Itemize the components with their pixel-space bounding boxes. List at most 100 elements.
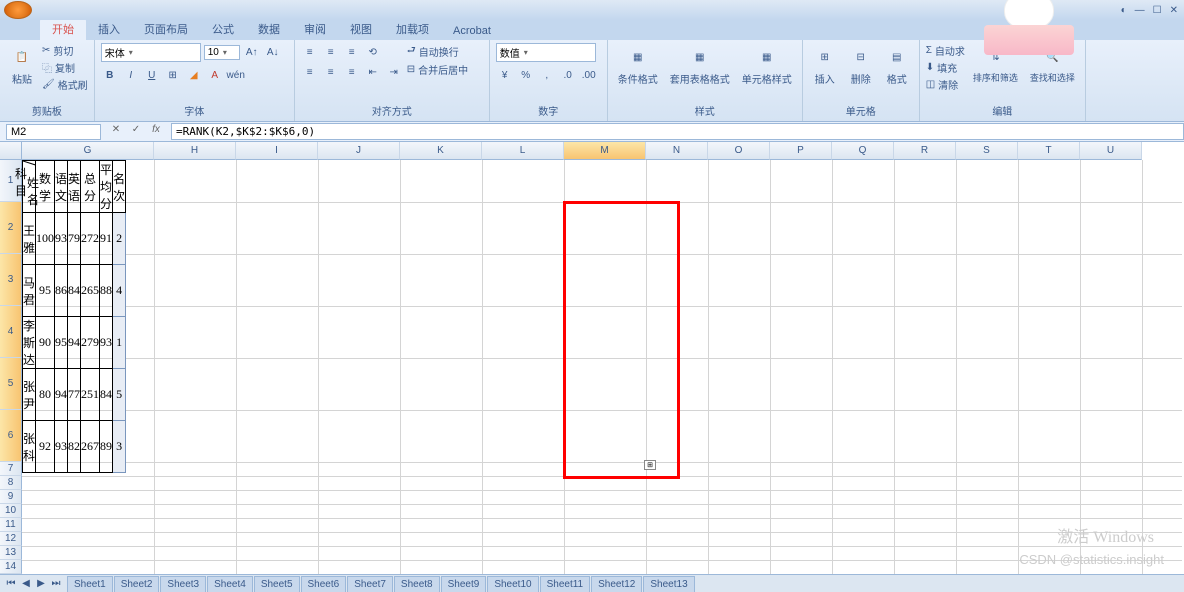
font-color-icon[interactable]: A <box>206 66 224 84</box>
close-icon[interactable]: ✕ <box>1170 5 1178 16</box>
data-cell[interactable]: 3 <box>113 421 126 473</box>
tab-insert[interactable]: 插入 <box>86 18 132 40</box>
data-cell[interactable]: 李斯达 <box>23 317 36 369</box>
tab-layout[interactable]: 页面布局 <box>132 18 200 40</box>
help-icon[interactable]: ◐ <box>1121 5 1127 16</box>
header-cell[interactable]: 语文 <box>55 161 68 213</box>
cut-button[interactable]: ✂剪切 <box>42 43 88 58</box>
data-cell[interactable]: 84 <box>100 369 113 421</box>
tab-data[interactable]: 数据 <box>246 18 292 40</box>
data-cell[interactable]: 91 <box>100 213 113 265</box>
table-format-button[interactable]: ▦套用表格格式 <box>666 43 734 88</box>
dec-decimal-icon[interactable]: .00 <box>580 66 598 84</box>
insert-button[interactable]: ⊞插入 <box>809 43 841 88</box>
name-box[interactable]: M2 <box>6 124 101 140</box>
data-cell[interactable]: 265 <box>81 265 100 317</box>
next-sheet-icon[interactable]: ▶ <box>34 578 48 589</box>
row-header-6[interactable]: 6 <box>0 410 22 462</box>
col-header-R[interactable]: R <box>894 142 956 160</box>
maximize-icon[interactable]: ☐ <box>1153 5 1162 16</box>
data-cell[interactable]: 5 <box>113 369 126 421</box>
tab-addins[interactable]: 加载项 <box>384 18 441 40</box>
data-cell[interactable]: 1 <box>113 317 126 369</box>
align-center-icon[interactable]: ≡ <box>322 63 340 81</box>
indent-inc-icon[interactable]: ⇥ <box>385 63 403 81</box>
sheet-tab[interactable]: Sheet9 <box>441 576 487 592</box>
data-cell[interactable]: 86 <box>55 265 68 317</box>
data-cell[interactable]: 93 <box>55 421 68 473</box>
data-cell[interactable]: 94 <box>68 317 81 369</box>
sheet-tab[interactable]: Sheet5 <box>254 576 300 592</box>
data-cell[interactable]: 马君 <box>23 265 36 317</box>
comma-icon[interactable]: , <box>538 66 556 84</box>
data-cell[interactable]: 93 <box>100 317 113 369</box>
row-header-10[interactable]: 10 <box>0 504 22 518</box>
data-cell[interactable]: 251 <box>81 369 100 421</box>
last-sheet-icon[interactable]: ⏭ <box>49 578 63 589</box>
sheet-tab[interactable]: Sheet11 <box>540 576 591 592</box>
align-middle-icon[interactable]: ≡ <box>322 43 340 61</box>
tab-formulas[interactable]: 公式 <box>200 18 246 40</box>
data-cell[interactable]: 93 <box>55 213 68 265</box>
cancel-formula-icon[interactable]: ✕ <box>107 124 125 140</box>
data-cell[interactable]: 84 <box>68 265 81 317</box>
col-header-M[interactable]: M <box>564 142 646 160</box>
row-header-2[interactable]: 2 <box>0 202 22 254</box>
wrap-button[interactable]: ⮐自动换行 <box>407 43 468 60</box>
data-cell[interactable]: 王雅 <box>23 213 36 265</box>
header-diagonal-cell[interactable]: 科目姓名 <box>23 161 36 213</box>
currency-icon[interactable]: ¥ <box>496 66 514 84</box>
row-header-8[interactable]: 8 <box>0 476 22 490</box>
row-header-5[interactable]: 5 <box>0 358 22 410</box>
align-top-icon[interactable]: ≡ <box>301 43 319 61</box>
data-cell[interactable]: 80 <box>36 369 55 421</box>
sheet-tab[interactable]: Sheet2 <box>114 576 160 592</box>
inc-decimal-icon[interactable]: .0 <box>559 66 577 84</box>
row-header-4[interactable]: 4 <box>0 306 22 358</box>
number-format-dropdown[interactable]: 数值 <box>496 43 596 62</box>
sheet-tab[interactable]: Sheet4 <box>207 576 253 592</box>
sheet-tab[interactable]: Sheet3 <box>160 576 206 592</box>
row-header-9[interactable]: 9 <box>0 490 22 504</box>
painter-button[interactable]: 🖌格式刷 <box>42 77 88 92</box>
cond-format-button[interactable]: ▦条件格式 <box>614 43 662 88</box>
col-header-H[interactable]: H <box>154 142 236 160</box>
fx-icon[interactable]: fx <box>147 124 165 140</box>
data-cell[interactable]: 张科 <box>23 421 36 473</box>
data-cell[interactable]: 95 <box>55 317 68 369</box>
col-header-P[interactable]: P <box>770 142 832 160</box>
merge-button[interactable]: ⊟合并后居中 <box>407 62 468 77</box>
first-sheet-icon[interactable]: ⏮ <box>4 578 18 589</box>
data-cell[interactable]: 92 <box>36 421 55 473</box>
cell-style-button[interactable]: ▦单元格样式 <box>738 43 796 88</box>
header-cell[interactable]: 总分 <box>81 161 100 213</box>
tab-view[interactable]: 视图 <box>338 18 384 40</box>
clear-button[interactable]: ◫清除 <box>926 77 965 92</box>
col-header-L[interactable]: L <box>482 142 564 160</box>
phonetic-icon[interactable]: wén <box>227 66 245 84</box>
underline-icon[interactable]: U <box>143 66 161 84</box>
data-cell[interactable]: 90 <box>36 317 55 369</box>
header-cell[interactable]: 英语 <box>68 161 81 213</box>
minimize-icon[interactable]: — <box>1135 5 1145 16</box>
tab-acrobat[interactable]: Acrobat <box>441 22 503 40</box>
copy-button[interactable]: ⿻复制 <box>42 60 88 75</box>
formula-input[interactable]: =RANK(K2,$K$2:$K$6,0) <box>171 123 1184 140</box>
col-header-I[interactable]: I <box>236 142 318 160</box>
font-name-dropdown[interactable]: 宋体 <box>101 43 201 62</box>
col-header-O[interactable]: O <box>708 142 770 160</box>
select-all-corner[interactable] <box>0 142 22 160</box>
sheet-tab[interactable]: Sheet6 <box>301 576 347 592</box>
font-size-dropdown[interactable]: 10 <box>204 45 240 60</box>
sheet-tab[interactable]: Sheet13 <box>643 576 694 592</box>
sheet-tab[interactable]: Sheet8 <box>394 576 440 592</box>
data-cell[interactable]: 82 <box>68 421 81 473</box>
sheet-tab[interactable]: Sheet12 <box>591 576 642 592</box>
data-cell[interactable]: 2 <box>113 213 126 265</box>
row-header-11[interactable]: 11 <box>0 518 22 532</box>
shrink-font-icon[interactable]: A↓ <box>264 44 282 62</box>
sheet-tab[interactable]: Sheet1 <box>67 576 113 592</box>
data-cell[interactable]: 267 <box>81 421 100 473</box>
data-cell[interactable]: 张尹 <box>23 369 36 421</box>
prev-sheet-icon[interactable]: ◀ <box>19 578 33 589</box>
